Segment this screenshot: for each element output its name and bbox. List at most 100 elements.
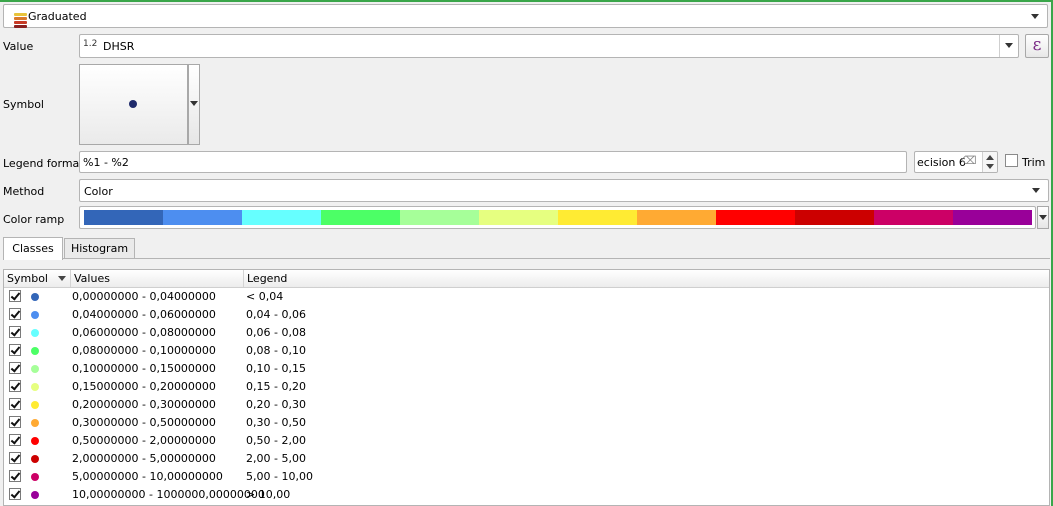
class-values[interactable]: 0,30000000 - 0,50000000 — [72, 414, 216, 431]
ramp-segment — [400, 210, 479, 225]
class-symbol-icon[interactable] — [31, 437, 39, 445]
header-symbol-label: Symbol — [7, 272, 48, 285]
class-symbol-icon[interactable] — [31, 365, 39, 373]
legend-format-value: %1 - %2 — [83, 156, 129, 169]
class-visibility-checkbox[interactable] — [9, 416, 21, 428]
marker-symbol-icon — [129, 100, 137, 108]
class-values[interactable]: 0,08000000 - 0,10000000 — [72, 342, 216, 359]
class-values[interactable]: 0,06000000 - 0,08000000 — [72, 324, 216, 341]
table-row[interactable]: 10,00000000 - 1000000,00000000 > 10,00 — [4, 486, 1049, 504]
class-legend[interactable]: < 0,04 — [246, 288, 283, 305]
class-values[interactable]: 0,50000000 - 2,00000000 — [72, 432, 216, 449]
class-symbol-icon[interactable] — [31, 491, 39, 499]
header-values[interactable]: Values — [71, 270, 244, 287]
renderer-select[interactable]: Graduated — [3, 4, 1048, 28]
spin-up-icon[interactable] — [986, 155, 994, 160]
class-legend[interactable]: > 10,00 — [246, 486, 290, 503]
class-legend[interactable]: 0,10 - 0,15 — [246, 360, 306, 377]
class-symbol-icon[interactable] — [31, 473, 39, 481]
table-row[interactable]: 0,04000000 - 0,06000000 0,04 - 0,06 — [4, 306, 1049, 324]
class-visibility-checkbox[interactable] — [9, 488, 21, 500]
class-visibility-checkbox[interactable] — [9, 434, 21, 446]
class-values[interactable]: 0,20000000 - 0,30000000 — [72, 396, 216, 413]
tab-classes[interactable]: Classes — [3, 237, 63, 260]
ramp-segment — [953, 210, 1032, 225]
legend-format-input[interactable]: %1 - %2 — [79, 151, 907, 173]
spin-buttons[interactable] — [982, 152, 997, 172]
table-row[interactable]: 0,08000000 - 0,10000000 0,08 - 0,10 — [4, 342, 1049, 360]
expression-button[interactable]: ε — [1025, 34, 1049, 58]
table-row[interactable]: 0,15000000 - 0,20000000 0,15 - 0,20 — [4, 378, 1049, 396]
class-visibility-checkbox[interactable] — [9, 326, 21, 338]
table-row[interactable]: 0,20000000 - 0,30000000 0,20 - 0,30 — [4, 396, 1049, 414]
class-symbol-icon[interactable] — [31, 419, 39, 427]
class-legend[interactable]: 0,08 - 0,10 — [246, 342, 306, 359]
precision-spinbox[interactable]: ecision 6 ⌫ — [914, 151, 998, 173]
sort-indicator-icon — [58, 276, 66, 281]
table-row[interactable]: 0,10000000 - 0,15000000 0,10 - 0,15 — [4, 360, 1049, 378]
class-visibility-checkbox[interactable] — [9, 362, 21, 374]
class-visibility-checkbox[interactable] — [9, 290, 21, 302]
table-row[interactable]: 0,06000000 - 0,08000000 0,06 - 0,08 — [4, 324, 1049, 342]
ramp-segment — [163, 210, 242, 225]
header-legend[interactable]: Legend — [244, 270, 1049, 287]
class-visibility-checkbox[interactable] — [9, 470, 21, 482]
clear-icon[interactable]: ⌫ — [961, 154, 977, 167]
class-symbol-icon[interactable] — [31, 329, 39, 337]
class-legend[interactable]: 0,30 - 0,50 — [246, 414, 306, 431]
renderer-select-label: Graduated — [28, 10, 87, 23]
color-ramp-menu-button[interactable] — [1037, 206, 1049, 229]
spin-down-icon[interactable] — [986, 164, 994, 169]
class-symbol-icon[interactable] — [31, 293, 39, 301]
color-ramp-label: Color ramp — [3, 213, 65, 226]
class-values[interactable]: 0,00000000 - 0,04000000 — [72, 288, 216, 305]
value-field-select[interactable]: 1.2 DHSR — [79, 34, 1019, 58]
class-legend[interactable]: 0,50 - 2,00 — [246, 432, 306, 449]
class-legend[interactable]: 5,00 - 10,00 — [246, 468, 313, 485]
class-values[interactable]: 0,04000000 - 0,06000000 — [72, 306, 216, 323]
class-symbol-icon[interactable] — [31, 311, 39, 319]
class-visibility-checkbox[interactable] — [9, 380, 21, 392]
symbol-button[interactable] — [79, 64, 188, 145]
ramp-segment — [321, 210, 400, 225]
class-symbol-icon[interactable] — [31, 455, 39, 463]
tab-histogram[interactable]: Histogram — [64, 238, 135, 258]
class-symbol-icon[interactable] — [31, 383, 39, 391]
table-row[interactable]: 2,00000000 - 5,00000000 2,00 - 5,00 — [4, 450, 1049, 468]
class-legend[interactable]: 0,20 - 0,30 — [246, 396, 306, 413]
ramp-segment — [479, 210, 558, 225]
symbol-menu-button[interactable] — [188, 64, 200, 145]
method-label: Method — [3, 185, 45, 198]
class-legend[interactable]: 0,15 - 0,20 — [246, 378, 306, 395]
class-values[interactable]: 10,00000000 - 1000000,00000000 — [72, 486, 265, 503]
class-values[interactable]: 0,15000000 - 0,20000000 — [72, 378, 216, 395]
chevron-down-icon — [1005, 43, 1013, 48]
class-legend[interactable]: 0,06 - 0,08 — [246, 324, 306, 341]
class-visibility-checkbox[interactable] — [9, 452, 21, 464]
class-values[interactable]: 2,00000000 - 5,00000000 — [72, 450, 216, 467]
table-row[interactable]: 0,50000000 - 2,00000000 0,50 - 2,00 — [4, 432, 1049, 450]
trim-label: Trim — [1022, 156, 1046, 169]
symbol-label: Symbol — [3, 98, 44, 111]
class-symbol-icon[interactable] — [31, 401, 39, 409]
table-row[interactable]: 0,30000000 - 0,50000000 0,30 - 0,50 — [4, 414, 1049, 432]
table-row[interactable]: 5,00000000 - 10,00000000 5,00 - 10,00 — [4, 468, 1049, 486]
class-visibility-checkbox[interactable] — [9, 344, 21, 356]
method-select[interactable]: Color — [79, 179, 1049, 202]
value-label: Value — [3, 40, 34, 53]
class-legend[interactable]: 2,00 - 5,00 — [246, 450, 306, 467]
header-symbol[interactable]: Symbol — [4, 270, 71, 287]
class-visibility-checkbox[interactable] — [9, 398, 21, 410]
class-values[interactable]: 0,10000000 - 0,15000000 — [72, 360, 216, 377]
classes-table[interactable]: Symbol Values Legend 0,00000000 - 0,0400… — [3, 269, 1050, 506]
class-legend[interactable]: 0,04 - 0,06 — [246, 306, 306, 323]
class-symbol-icon[interactable] — [31, 347, 39, 355]
table-header: Symbol Values Legend — [4, 270, 1049, 288]
header-values-label: Values — [74, 272, 110, 285]
value-dropdown-button[interactable] — [999, 35, 1018, 57]
class-values[interactable]: 5,00000000 - 10,00000000 — [72, 468, 223, 485]
trim-checkbox[interactable] — [1005, 154, 1018, 167]
table-row[interactable]: 0,00000000 - 0,04000000 < 0,04 — [4, 288, 1049, 306]
ramp-segment — [242, 210, 321, 225]
class-visibility-checkbox[interactable] — [9, 308, 21, 320]
